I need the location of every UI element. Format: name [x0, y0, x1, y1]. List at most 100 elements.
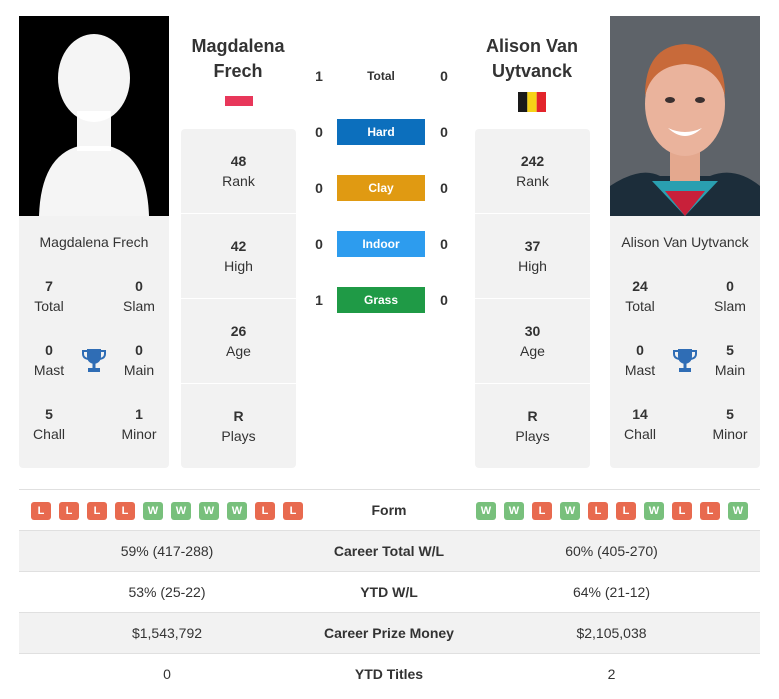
player2-total-titles: 24 Total [625, 278, 655, 314]
h2h-grass-row: 1 Grass 0 [305, 287, 460, 313]
h2h-clay-p2: 0 [440, 180, 448, 196]
form-win-badge[interactable]: W [560, 502, 580, 520]
player2-minor-titles: 5 Minor [712, 406, 748, 442]
form-win-badge[interactable]: W [143, 502, 163, 520]
player1-high: 42 High [224, 238, 253, 274]
h2h-total-label: Total [367, 69, 395, 83]
player2-rank-card: 242 Rank 37 High 30 Age R Plays [475, 129, 590, 468]
player2-career-wl: 60% (405-270) [565, 543, 658, 559]
h2h-total-p1: 1 [315, 68, 323, 84]
form-loss-badge[interactable]: L [115, 502, 135, 520]
h2h-total-row: 1 Total 0 [305, 63, 460, 89]
player2-plays: R Plays [515, 408, 550, 444]
prize-money-label: Career Prize Money [324, 625, 454, 641]
form-label: Form [371, 502, 407, 518]
form-loss-badge[interactable]: L [700, 502, 720, 520]
form-win-badge[interactable]: W [227, 502, 247, 520]
player2-chall-titles: 14 Chall [624, 406, 656, 442]
h2h-grass-p2: 0 [440, 292, 448, 308]
divider [181, 383, 296, 384]
player2-photo [610, 16, 760, 216]
player1-chall-titles: 5 Chall [33, 406, 65, 442]
player1-minor-titles: 1 Minor [121, 406, 157, 442]
h2h-grass-p1: 1 [315, 292, 323, 308]
player1-total-titles: 7 Total [34, 278, 64, 314]
h2h-clay-p1: 0 [315, 180, 323, 196]
h2h-hard-p1: 0 [315, 124, 323, 140]
divider [475, 383, 590, 384]
trophy-icon [673, 349, 697, 372]
form-win-badge[interactable]: W [644, 502, 664, 520]
player2-high: 37 High [518, 238, 547, 274]
player1-header-name[interactable]: Magdalena Frech [168, 34, 308, 84]
player2-header-name[interactable]: Alison Van Uytvanck [462, 34, 602, 84]
form-loss-badge[interactable]: L [255, 502, 275, 520]
player1-slam-titles: 0 Slam [123, 278, 155, 314]
player2-ytd-titles: 2 [607, 666, 616, 682]
divider [181, 298, 296, 299]
player-silhouette-icon [19, 16, 169, 216]
form-win-badge[interactable]: W [171, 502, 191, 520]
player1-prize-money: $1,543,792 [131, 625, 203, 641]
poland-flag-icon [225, 96, 253, 106]
player1-rank: 48 Rank [222, 153, 255, 189]
form-loss-badge[interactable]: L [532, 502, 552, 520]
table-row: 0 YTD Titles 2 [19, 653, 760, 694]
player2-mast-titles: 0 Mast [624, 342, 656, 378]
h2h-clay-row: 0 Clay 0 [305, 175, 460, 201]
form-loss-badge[interactable]: L [87, 502, 107, 520]
form-loss-badge[interactable]: L [31, 502, 51, 520]
form-win-badge[interactable]: W [728, 502, 748, 520]
player2-rank: 242 Rank [516, 153, 549, 189]
player1-plays: R Plays [221, 408, 256, 444]
form-win-badge[interactable]: W [476, 502, 496, 520]
divider [475, 298, 590, 299]
career-wl-label: Career Total W/L [333, 543, 445, 559]
player2-ytd-wl: 64% (21-12) [572, 584, 651, 600]
form-loss-badge[interactable]: L [616, 502, 636, 520]
form-loss-badge[interactable]: L [283, 502, 303, 520]
form-loss-badge[interactable]: L [672, 502, 692, 520]
divider [181, 213, 296, 214]
h2h-hard-p2: 0 [440, 124, 448, 140]
player2-form: WWLWLLWLLW [476, 502, 748, 520]
player1-ytd-titles: 0 [163, 666, 171, 682]
h2h-hard-row: 0 Hard 0 [305, 119, 460, 145]
player1-form: LLLLWWWWLL [31, 502, 303, 520]
h2h-total-p2: 0 [440, 68, 448, 84]
belgium-flag-icon [518, 92, 546, 112]
trophy-icon [82, 349, 106, 372]
table-row: 59% (417-288) Career Total W/L 60% (405-… [19, 530, 760, 571]
player-portrait-icon [610, 16, 760, 216]
player2-prize-money: $2,105,038 [576, 625, 647, 641]
form-win-badge[interactable]: W [199, 502, 219, 520]
player2-info-card: Alison Van Uytvanck 24 Total 0 Slam 0 Ma… [610, 216, 760, 468]
player1-ytd-wl: 53% (25-22) [128, 584, 206, 600]
player1-photo [19, 16, 169, 216]
form-win-badge[interactable]: W [504, 502, 524, 520]
surface-badge-grass: Grass [337, 287, 425, 313]
player1-name[interactable]: Magdalena Frech [19, 234, 169, 250]
form-loss-badge[interactable]: L [59, 502, 79, 520]
player2-name[interactable]: Alison Van Uytvanck [610, 234, 760, 250]
player1-rank-card: 48 Rank 42 High 26 Age R Plays [181, 129, 296, 468]
h2h-indoor-p1: 0 [315, 236, 323, 252]
h2h-indoor-row: 0 Indoor 0 [305, 231, 460, 257]
comparison-table: LLLLWWWWLL Form WWLWLLWLLW 59% (417-288)… [19, 489, 760, 694]
player1-age: 26 Age [226, 323, 251, 359]
table-row: $1,543,792 Career Prize Money $2,105,038 [19, 612, 760, 653]
form-loss-badge[interactable]: L [588, 502, 608, 520]
player2-age: 30 Age [520, 323, 545, 359]
player2-slam-titles: 0 Slam [714, 278, 746, 314]
surface-badge-clay: Clay [337, 175, 425, 201]
player1-mast-titles: 0 Mast [33, 342, 65, 378]
divider [475, 213, 590, 214]
player2-main-titles: 5 Main [714, 342, 746, 378]
surface-badge-indoor: Indoor [337, 231, 425, 257]
table-row: 53% (25-22) YTD W/L 64% (21-12) [19, 571, 760, 612]
ytd-titles-label: YTD Titles [354, 666, 424, 682]
player1-career-wl: 59% (417-288) [120, 543, 214, 559]
form-row: LLLLWWWWLL Form WWLWLLWLLW [19, 489, 760, 530]
player1-main-titles: 0 Main [123, 342, 155, 378]
surface-badge-hard: Hard [337, 119, 425, 145]
